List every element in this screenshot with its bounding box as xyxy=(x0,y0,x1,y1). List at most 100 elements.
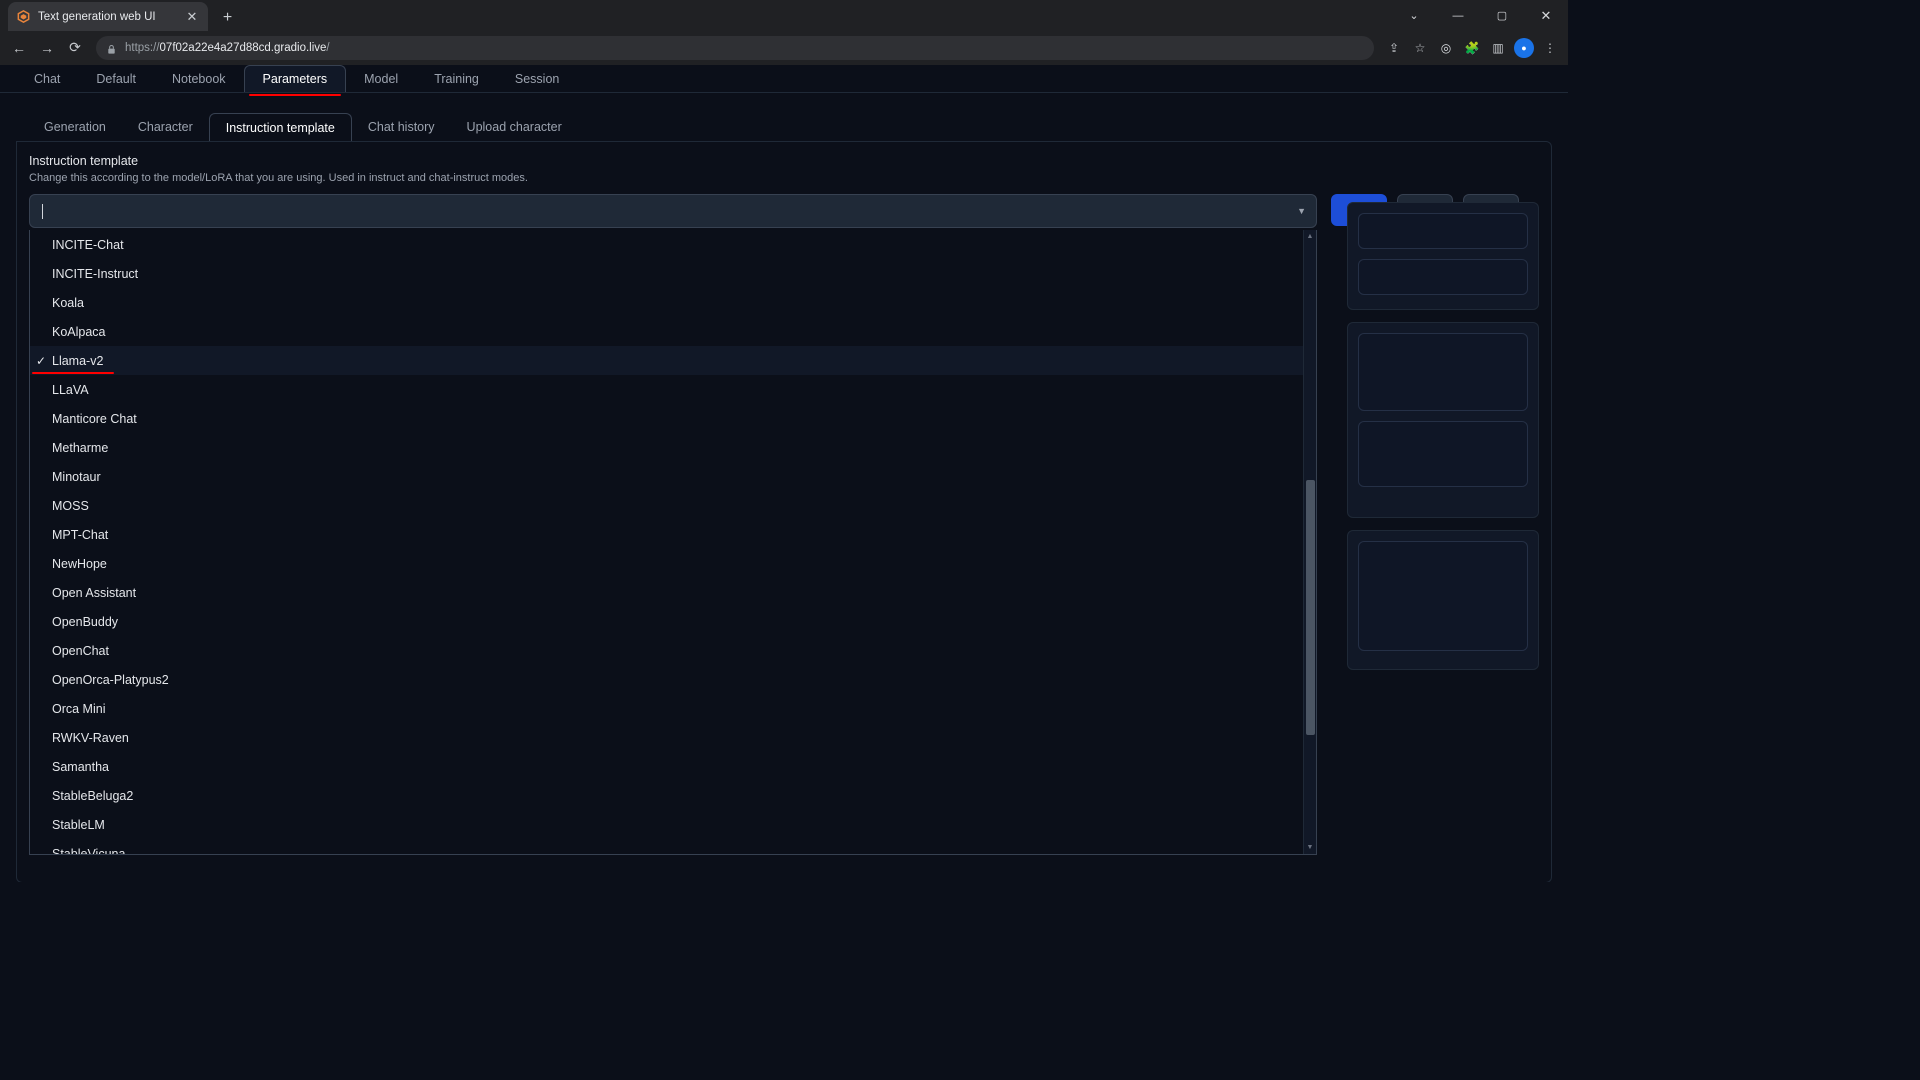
dropdown-option[interactable]: RWKV-Raven xyxy=(30,723,1316,752)
background-field xyxy=(1358,333,1528,411)
tab-model[interactable]: Model xyxy=(346,65,416,92)
dropdown-option[interactable]: KoAlpaca xyxy=(30,317,1316,346)
three-dot-menu-icon[interactable]: ⋮ xyxy=(1538,36,1562,60)
browser-tab-title: Text generation web UI xyxy=(38,11,177,23)
subtab-character[interactable]: Character xyxy=(122,113,209,141)
dropdown-option[interactable]: Orca Mini xyxy=(30,694,1316,723)
options-scroll-container[interactable]: INCITE-ChatINCITE-Instruct Koala KoAlpaca ✓… xyxy=(30,230,1316,854)
close-icon[interactable]: ✕ xyxy=(1524,0,1568,31)
browser-toolbar: ← → ⟳ https://07f02a22e4a27d88cd.gradio.… xyxy=(0,31,1568,65)
dropdown-option-label: Metharme xyxy=(52,441,108,455)
dropdown-option-label: NewHope xyxy=(52,557,107,571)
dropdown-option[interactable]: OpenOrca-Platypus2 xyxy=(30,665,1316,694)
app-logo-icon xyxy=(16,9,31,24)
subtab-label: Instruction template xyxy=(226,121,335,135)
main-tab-bar: Chat Default Notebook Parameters Model T… xyxy=(0,65,1568,93)
dropdown-option-label: StableBeluga2 xyxy=(52,789,133,803)
dropdown-option-label: Manticore Chat xyxy=(52,412,137,426)
chevron-down-icon[interactable]: ⌄ xyxy=(1392,0,1436,31)
subtab-instruction-template[interactable]: Instruction template xyxy=(209,113,352,141)
tab-parameters[interactable]: Parameters xyxy=(244,65,347,92)
background-field xyxy=(1358,421,1528,487)
dropdown-option[interactable]: StableVicuna xyxy=(30,839,1316,854)
forward-arrow-icon[interactable]: → xyxy=(34,35,60,61)
dropdown-option-label: Open Assistant xyxy=(52,586,136,600)
dropdown-option[interactable]: StableLM xyxy=(30,810,1316,839)
tab-label: Model xyxy=(364,72,398,86)
close-icon[interactable]: ✕ xyxy=(184,9,200,25)
dropdown-option-label: MPT-Chat xyxy=(52,528,108,542)
browser-tab[interactable]: Text generation web UI ✕ xyxy=(8,2,208,31)
dropdown-option-label: Koala xyxy=(52,296,84,310)
dropdown-scrollbar[interactable]: ▲ ▼ xyxy=(1303,230,1316,854)
text-cursor xyxy=(42,204,43,219)
background-settings-column xyxy=(1347,202,1539,682)
dropdown-option[interactable]: NewHope xyxy=(30,549,1316,578)
dropdown-option[interactable]: INCITE-Chat xyxy=(30,230,1316,259)
dropdown-option[interactable]: Koala xyxy=(30,288,1316,317)
subtab-label: Chat history xyxy=(368,120,435,134)
puzzle-icon[interactable]: 🧩 xyxy=(1460,36,1484,60)
reload-icon[interactable]: ⟳ xyxy=(62,35,88,61)
browser-window: Text generation web UI ✕ + ⌄ ― ▢ ✕ ← → ⟳… xyxy=(0,0,1568,882)
tab-default[interactable]: Default xyxy=(78,65,154,92)
scroll-up-arrow-icon[interactable]: ▲ xyxy=(1304,230,1316,243)
subtab-label: Generation xyxy=(44,120,106,134)
dropdown-option-label: MOSS xyxy=(52,499,89,513)
dropdown-option[interactable]: OpenChat xyxy=(30,636,1316,665)
background-field xyxy=(1358,213,1528,249)
maximize-icon[interactable]: ▢ xyxy=(1480,0,1524,31)
tab-chat[interactable]: Chat xyxy=(16,65,78,92)
dropdown-option[interactable]: INCITE-Instruct xyxy=(30,259,1316,288)
side-panel-icon[interactable]: ▥ xyxy=(1486,36,1510,60)
annotation-underline xyxy=(32,372,114,375)
account-avatar-icon[interactable]: ● xyxy=(1512,36,1536,60)
address-bar-url: https://07f02a22e4a27d88cd.gradio.live/ xyxy=(125,42,1364,54)
star-icon[interactable]: ☆ xyxy=(1408,36,1432,60)
plus-icon[interactable]: + xyxy=(214,4,241,31)
tab-label: Default xyxy=(96,72,136,86)
minimize-icon[interactable]: ― xyxy=(1436,0,1480,31)
background-card xyxy=(1347,202,1539,310)
dropdown-option-label: RWKV-Raven xyxy=(52,731,129,745)
dropdown-option[interactable]: Manticore Chat xyxy=(30,404,1316,433)
dropdown-option[interactable]: Minotaur xyxy=(30,462,1316,491)
dropdown-option[interactable]: Metharme xyxy=(30,433,1316,462)
chevron-down-icon[interactable]: ▼ xyxy=(1297,206,1306,216)
subtab-upload-character[interactable]: Upload character xyxy=(451,113,578,141)
tab-label: Notebook xyxy=(172,72,226,86)
back-arrow-icon[interactable]: ← xyxy=(6,35,32,61)
dropdown-option[interactable]: MOSS xyxy=(30,491,1316,520)
profile-circle-icon[interactable]: ◎ xyxy=(1434,36,1458,60)
share-icon[interactable]: ⇪ xyxy=(1382,36,1406,60)
dropdown-option[interactable]: StableBeluga2 xyxy=(30,781,1316,810)
instruction-template-options-list[interactable]: INCITE-ChatINCITE-Instruct Koala KoAlpaca ✓… xyxy=(29,230,1317,855)
dropdown-option[interactable]: LLaVA xyxy=(30,375,1316,404)
window-controls: ⌄ ― ▢ ✕ xyxy=(1392,0,1568,31)
template-selector-row: ▼ INCITE-ChatINCITE-InstructKoalaKoAlpac… xyxy=(29,194,1539,228)
scrollbar-thumb[interactable] xyxy=(1306,480,1315,735)
background-card xyxy=(1347,322,1539,518)
dropdown-option[interactable]: ✓Llama-v2 xyxy=(30,346,1316,375)
sub-tab-bar: Generation Character Instruction templat… xyxy=(0,113,1568,141)
tab-training[interactable]: Training xyxy=(416,65,497,92)
subtab-chat-history[interactable]: Chat history xyxy=(352,113,451,141)
scroll-down-arrow-icon[interactable]: ▼ xyxy=(1304,841,1316,854)
dropdown-option-label: OpenOrca-Platypus2 xyxy=(52,673,169,687)
address-bar[interactable]: https://07f02a22e4a27d88cd.gradio.live/ xyxy=(96,36,1374,60)
tab-session[interactable]: Session xyxy=(497,65,577,92)
dropdown-option[interactable]: Open Assistant xyxy=(30,578,1316,607)
instruction-template-input[interactable]: ▼ xyxy=(29,194,1317,228)
tab-notebook[interactable]: Notebook xyxy=(154,65,244,92)
subtab-generation[interactable]: Generation xyxy=(28,113,122,141)
dropdown-option[interactable]: OpenBuddy xyxy=(30,607,1316,636)
dropdown-option-label: KoAlpaca xyxy=(52,325,106,339)
dropdown-option[interactable]: Samantha xyxy=(30,752,1316,781)
dropdown-option-label: Llama-v2 xyxy=(52,354,103,368)
dropdown-option-label: OpenBuddy xyxy=(52,615,118,629)
field-hint: Change this according to the model/LoRA … xyxy=(29,172,1539,184)
dropdown-option[interactable]: MPT-Chat xyxy=(30,520,1316,549)
background-field xyxy=(1358,541,1528,651)
browser-tab-strip: Text generation web UI ✕ + ⌄ ― ▢ ✕ xyxy=(0,0,1568,31)
page-title: Instruction template xyxy=(29,154,1539,168)
